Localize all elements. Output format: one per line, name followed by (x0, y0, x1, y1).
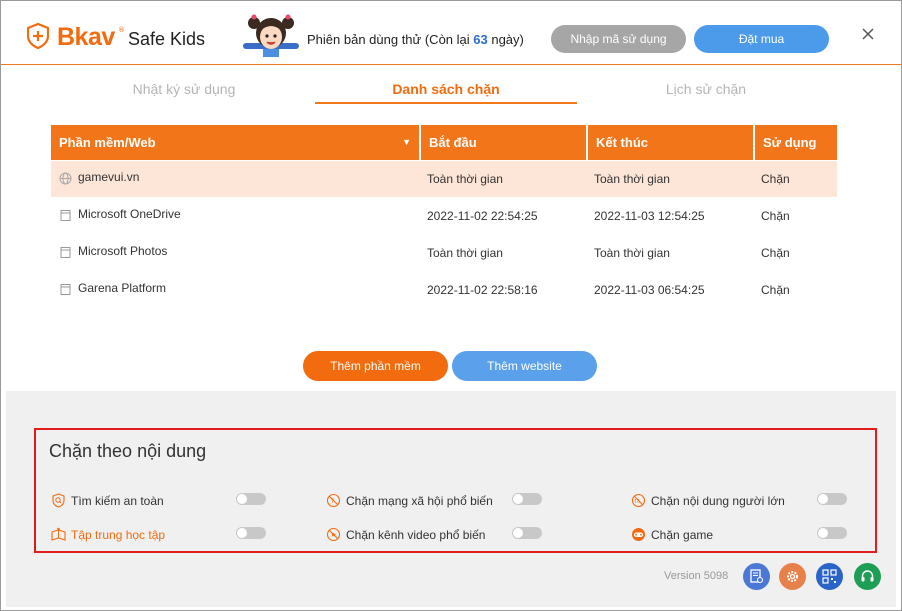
sort-caret-icon[interactable]: ▼ (402, 125, 411, 160)
safe-search-toggle[interactable] (236, 493, 266, 505)
cell-use: Chặn (761, 172, 790, 186)
column-header-start[interactable]: Bắt đầu (421, 125, 588, 160)
app-icon (60, 210, 71, 221)
column-header-label: Phần mềm/Web (59, 135, 156, 150)
cell-start: 2022-11-02 22:58:16 (427, 283, 538, 297)
cell-name: gamevui.vn (51, 161, 421, 197)
block-social-toggle[interactable] (512, 493, 542, 505)
option-label: Chặn nội dung người lớn (651, 494, 785, 508)
tab-block-history[interactable]: Lịch sử chặn (623, 81, 789, 97)
trademark-mark: ® (118, 26, 125, 34)
settings-icon (787, 571, 798, 582)
support-headset-icon (861, 570, 874, 582)
cell-start: Toàn thời gian (427, 246, 503, 260)
brand-logo-text: Bkav (57, 23, 115, 51)
safe-search-icon (52, 493, 65, 508)
social-network-icon: f (326, 493, 341, 508)
option-label: Tìm kiếm an toàn (71, 494, 164, 508)
qr-code-icon (822, 569, 837, 584)
study-focus-toggle[interactable] (236, 527, 266, 539)
cell-end: 2022-11-03 06:54:25 (594, 283, 705, 297)
block-adult-toggle[interactable] (817, 493, 847, 505)
app-icon (60, 247, 71, 258)
cell-name: Microsoft Photos (51, 235, 421, 271)
table-row[interactable]: Microsoft Photos Toàn thời gian Toàn thờ… (51, 235, 837, 271)
app-window: Bkav ® Safe Kids Phiên bản dùng thử (Còn… (0, 0, 902, 611)
cell-end: Toàn thời gian (594, 246, 670, 260)
tab-usage-log[interactable]: Nhật ký sử dụng (101, 81, 267, 97)
header: Bkav ® Safe Kids Phiên bản dùng thử (Còn… (1, 1, 901, 65)
enter-code-button[interactable]: Nhập mã sử dụng (551, 25, 686, 53)
cell-use: Chặn (761, 246, 790, 260)
table-row[interactable]: Microsoft OneDrive 2022-11-02 22:54:25 2… (51, 198, 837, 234)
option-label: Tập trung học tập (71, 528, 166, 542)
bkav-shield-logo-icon (27, 23, 49, 49)
cell-start: Toàn thời gian (427, 172, 503, 186)
app-icon (60, 284, 71, 295)
tab-block-list[interactable]: Danh sách chặn (315, 81, 577, 97)
block-game-toggle[interactable] (817, 527, 847, 539)
table-header: Phần mềm/Web ▼ Bắt đầu Kết thúc Sử dụng (51, 125, 837, 160)
gamepad-icon (632, 528, 645, 541)
trial-days-remaining: 63 (473, 32, 488, 47)
option-label: Chặn game (651, 528, 714, 542)
active-tab-indicator (315, 102, 577, 104)
svg-text:18: 18 (634, 499, 640, 505)
globe-icon (59, 172, 72, 185)
row-name-text: Garena Platform (78, 281, 167, 295)
cell-start: 2022-11-02 22:54:25 (427, 209, 538, 223)
trial-prefix: Phiên bản dùng thử (Còn lại (307, 32, 474, 47)
option-label: Chặn kênh video phổ biến (346, 528, 486, 542)
table-row[interactable]: gamevui.vn Toàn thời gian Toàn thời gian… (51, 161, 837, 197)
cell-name: Microsoft OneDrive (51, 198, 421, 234)
settings-button[interactable] (779, 563, 806, 590)
cell-end: 2022-11-03 12:54:25 (594, 209, 705, 223)
column-header-use[interactable]: Sử dụng (755, 125, 837, 160)
block-video-toggle[interactable] (512, 527, 542, 539)
product-name: Safe Kids (128, 29, 206, 49)
cell-end: Toàn thời gian (594, 172, 670, 186)
child-avatar-icon (243, 14, 299, 57)
version-label: Version 5098 (664, 570, 729, 582)
add-website-button[interactable]: Thêm website (452, 351, 597, 381)
cell-use: Chặn (761, 209, 790, 223)
content-block-title: Chặn theo nội dung (49, 441, 207, 461)
study-focus-icon (51, 527, 66, 541)
buy-button[interactable]: Đặt mua (694, 25, 829, 53)
option-label: Chặn mạng xã hội phổ biến (346, 494, 493, 508)
trial-status: Phiên bản dùng thử (Còn lại 63 ngày) (307, 32, 524, 47)
video-channel-icon (326, 527, 341, 542)
close-icon[interactable] (859, 25, 877, 43)
column-header-end[interactable]: Kết thúc (588, 125, 755, 160)
adult-content-icon: 18 (631, 493, 646, 508)
feedback-icon (750, 569, 764, 584)
table-row[interactable]: Garena Platform 2022-11-02 22:58:16 2022… (51, 272, 837, 308)
row-name-text: gamevui.vn (78, 170, 140, 184)
qr-code-button[interactable] (816, 563, 843, 590)
cell-name: Garena Platform (51, 272, 421, 308)
cell-use: Chặn (761, 283, 790, 297)
feedback-button[interactable] (743, 563, 770, 590)
support-button[interactable] (854, 563, 881, 590)
add-app-button[interactable]: Thêm phần mềm (303, 351, 448, 381)
trial-suffix: ngày) (487, 32, 524, 47)
row-name-text: Microsoft Photos (78, 244, 168, 258)
column-header-app-web[interactable]: Phần mềm/Web ▼ (51, 125, 421, 160)
row-name-text: Microsoft OneDrive (78, 207, 181, 221)
